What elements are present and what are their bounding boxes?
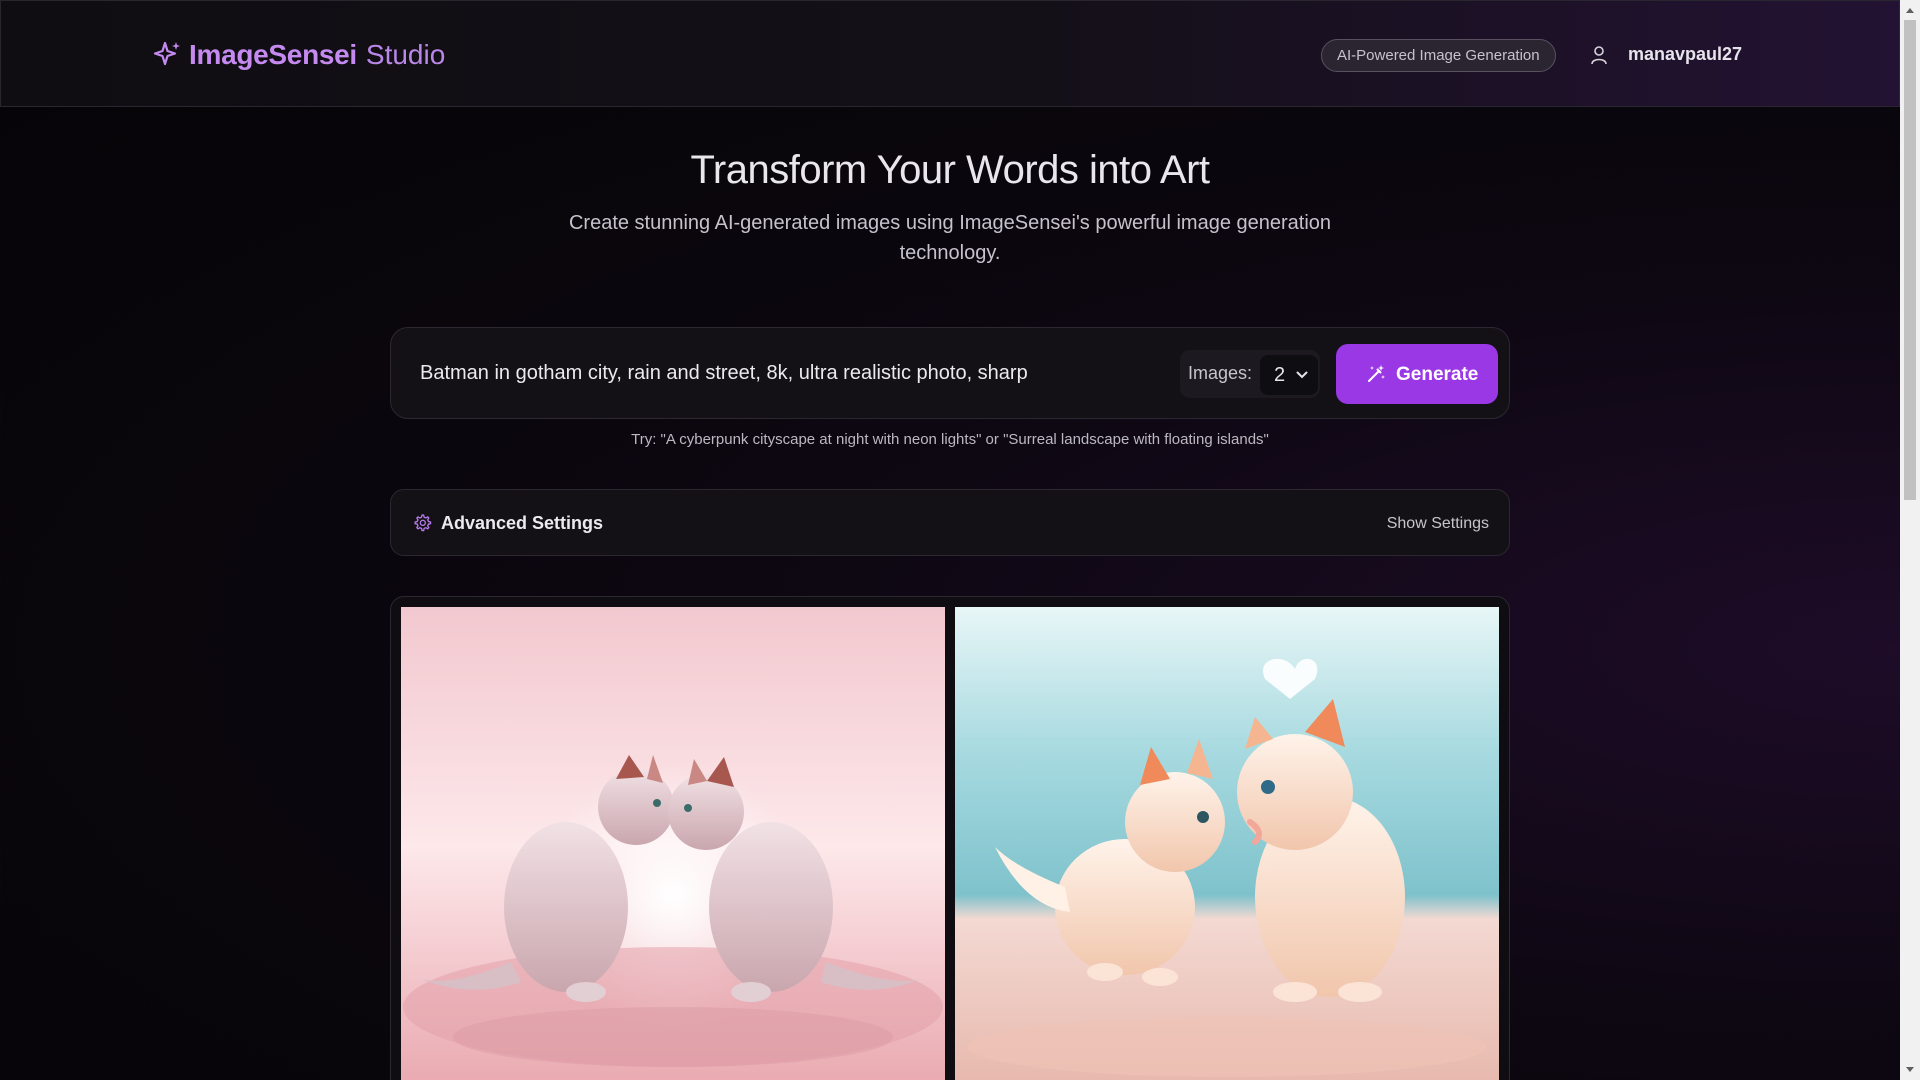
images-count-select[interactable]: 2 [1260, 355, 1318, 395]
sparkles-icon [153, 41, 180, 66]
user-icon[interactable] [1589, 45, 1609, 65]
scrollbar-thumb[interactable] [1904, 20, 1916, 500]
chevron-down-icon [1296, 371, 1308, 379]
username[interactable]: manavpaul27 [1628, 44, 1742, 65]
show-settings-button[interactable]: Show Settings [1387, 515, 1489, 533]
generated-image-kittens-blue [955, 607, 1499, 1080]
generated-image-2[interactable] [955, 607, 1499, 1080]
scroll-down-arrow-icon[interactable] [1905, 1066, 1915, 1074]
magic-wand-icon [1368, 365, 1385, 382]
advanced-settings-title: Advanced Settings [441, 513, 604, 533]
brand-suffix: Studio [365, 39, 446, 70]
brand-name: ImageSensei [189, 39, 357, 70]
images-count-label: Images: [1188, 363, 1253, 383]
prompt-hint: Try: "A cyberpunk cityscape at night wit… [631, 431, 1269, 448]
logo[interactable]: ImageSensei Studio [151, 39, 445, 71]
prompt-card: Images: 2 Generate [390, 327, 1510, 419]
generated-image-1[interactable] [401, 607, 945, 1080]
top-header: ImageSensei Studio AI-Powered Image Gene… [0, 0, 1900, 107]
advanced-settings-card[interactable]: Advanced Settings Show Settings [390, 489, 1510, 556]
generated-image-kittens-pink [401, 607, 945, 1080]
prompt-input[interactable] [420, 356, 1140, 390]
images-count-value: 2 [1274, 364, 1286, 386]
page-subtitle: Create stunning AI-generated images usin… [568, 212, 1332, 264]
page-title: Transform Your Words into Art [690, 148, 1210, 192]
generate-label: Generate [1396, 364, 1479, 385]
vertical-scrollbar[interactable] [1900, 0, 1920, 1080]
scroll-up-arrow-icon[interactable] [1905, 6, 1915, 14]
ai-badge: AI-Powered Image Generation [1321, 39, 1556, 72]
gear-icon [414, 514, 432, 532]
generate-button[interactable]: Generate [1336, 344, 1498, 404]
image-gallery [390, 596, 1510, 1080]
